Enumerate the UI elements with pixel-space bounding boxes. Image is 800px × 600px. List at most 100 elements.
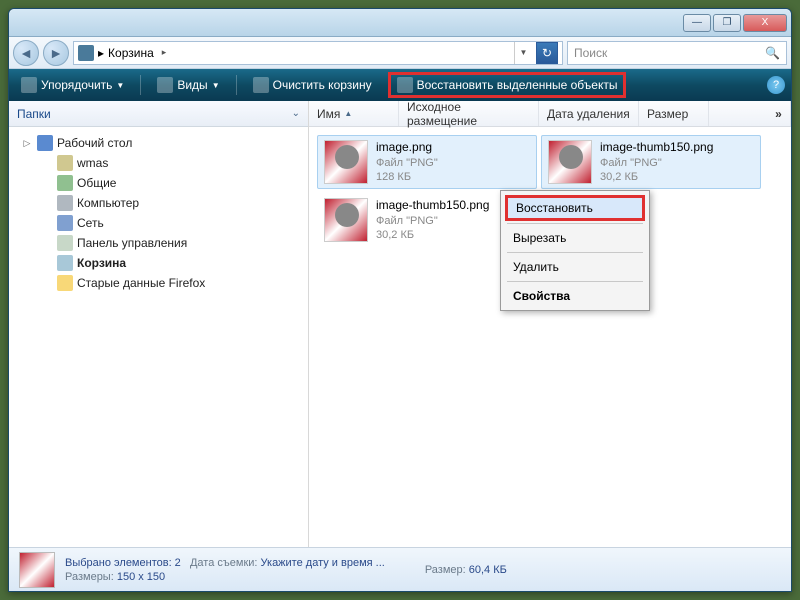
sidebar-item[interactable]: Старые данные Firefox — [13, 273, 304, 293]
restore-label: Восстановить выделенные объекты — [417, 78, 618, 92]
file-type: Файл "PNG" — [376, 214, 489, 228]
file-info: image-thumb150.pngФайл "PNG"30,2 КБ — [376, 198, 489, 242]
chevron-right-icon: ▸ — [162, 47, 167, 58]
column-name[interactable]: Имя ▲ — [309, 101, 399, 126]
sidebar-item-label: Старые данные Firefox — [77, 276, 205, 290]
column-label: Имя — [317, 107, 340, 121]
sort-asc-icon: ▲ — [344, 109, 352, 118]
breadcrumb-sep: ▸ — [98, 46, 104, 60]
views-label: Виды — [177, 78, 207, 92]
file-item[interactable]: image.pngФайл "PNG"128 КБ — [317, 135, 537, 189]
breadcrumb-dropdown[interactable]: ▼ — [514, 42, 532, 64]
maximize-button[interactable]: ❐ — [713, 14, 741, 32]
file-thumbnail — [548, 140, 592, 184]
views-button[interactable]: Виды ▼ — [151, 74, 225, 96]
context-menu: Восстановить Вырезать Удалить Свойства — [500, 190, 650, 311]
folder-icon — [57, 155, 73, 171]
sidebar-title: Папки — [17, 107, 51, 121]
back-button[interactable]: ◄ — [13, 40, 39, 66]
file-info: image-thumb150.pngФайл "PNG"30,2 КБ — [600, 140, 713, 184]
expander-icon[interactable]: ▷ — [21, 138, 33, 149]
organize-button[interactable]: Упорядочить ▼ — [15, 74, 130, 96]
chevron-down-icon: ▼ — [116, 81, 124, 90]
sidebar-item[interactable]: Общие — [13, 173, 304, 193]
status-date-value[interactable]: Укажите дату и время ... — [261, 557, 385, 569]
file-thumbnail — [324, 198, 368, 242]
sidebar-item[interactable]: Сеть — [13, 213, 304, 233]
organize-label: Упорядочить — [41, 78, 112, 92]
sidebar-item[interactable]: Компьютер — [13, 193, 304, 213]
restore-icon — [397, 77, 413, 93]
file-thumbnail — [324, 140, 368, 184]
separator — [507, 223, 643, 224]
context-properties[interactable]: Свойства — [503, 284, 647, 308]
folder-icon — [57, 175, 73, 191]
organize-icon — [21, 77, 37, 93]
statusbar: Выбрано элементов: 2 Дата съемки: Укажит… — [9, 547, 791, 591]
close-button[interactable]: X — [743, 14, 787, 32]
search-input[interactable]: Поиск 🔍 — [567, 41, 787, 65]
toolbar: Упорядочить ▼ Виды ▼ Очистить корзину Во… — [9, 69, 791, 101]
separator — [507, 281, 643, 282]
chevron-down-icon[interactable]: ⌄ — [292, 108, 300, 119]
sidebar: Папки ⌄ ▷ Рабочий стол wmas Общие Компьютер С… — [9, 101, 309, 547]
restore-selected-button[interactable]: Восстановить выделенные объекты — [388, 72, 627, 98]
trash-icon — [253, 77, 269, 93]
sidebar-item-label: Рабочий стол — [57, 136, 132, 150]
column-original-location[interactable]: Исходное размещение — [399, 101, 539, 126]
search-placeholder: Поиск — [574, 46, 607, 60]
context-cut[interactable]: Вырезать — [503, 226, 647, 250]
titlebar: — ❐ X — [9, 9, 791, 37]
refresh-button[interactable]: ↻ — [536, 42, 558, 64]
context-restore[interactable]: Восстановить — [505, 195, 645, 221]
minimize-button[interactable]: — — [683, 14, 711, 32]
folder-icon — [37, 135, 53, 151]
column-date-deleted[interactable]: Дата удаления — [539, 101, 639, 126]
file-type: Файл "PNG" — [376, 156, 438, 170]
sidebar-header[interactable]: Папки ⌄ — [9, 101, 308, 127]
status-dim-label: Размеры: — [65, 571, 114, 583]
file-name: image.png — [376, 140, 438, 156]
chevron-down-icon: ▼ — [212, 81, 220, 90]
file-size: 30,2 КБ — [600, 170, 713, 184]
separator — [236, 75, 237, 95]
separator — [140, 75, 141, 95]
status-selected: Выбрано элементов: 2 — [65, 557, 181, 569]
context-delete[interactable]: Удалить — [503, 255, 647, 279]
search-icon[interactable]: 🔍 — [765, 46, 780, 60]
sidebar-item[interactable]: wmas — [13, 153, 304, 173]
sidebar-item-label: Общие — [77, 176, 116, 190]
explorer-window: — ❐ X ◄ ► ▸ Корзина ▸ ▼ ↻ Поиск 🔍 Упоряд… — [8, 8, 792, 592]
folder-icon — [57, 195, 73, 211]
file-type: Файл "PNG" — [600, 156, 713, 170]
forward-button[interactable]: ► — [43, 40, 69, 66]
navbar: ◄ ► ▸ Корзина ▸ ▼ ↻ Поиск 🔍 — [9, 37, 791, 69]
file-info: image.pngФайл "PNG"128 КБ — [376, 140, 438, 184]
empty-recycle-button[interactable]: Очистить корзину — [247, 74, 378, 96]
sidebar-item[interactable]: ▷ Рабочий стол — [13, 133, 304, 153]
sidebar-item-label: Сеть — [77, 216, 104, 230]
breadcrumb-location[interactable]: Корзина — [108, 46, 154, 60]
sidebar-item[interactable]: Панель управления — [13, 233, 304, 253]
file-size: 128 КБ — [376, 170, 438, 184]
sidebar-item-label: wmas — [77, 156, 108, 170]
separator — [507, 252, 643, 253]
folder-icon — [57, 235, 73, 251]
file-item[interactable]: image-thumb150.pngФайл "PNG"30,2 КБ — [541, 135, 761, 189]
status-size-value: 60,4 КБ — [469, 564, 507, 576]
column-more[interactable]: » — [767, 101, 791, 126]
folder-icon — [57, 255, 73, 271]
column-size[interactable]: Размер — [639, 101, 709, 126]
help-button[interactable]: ? — [767, 76, 785, 94]
status-dim-value: 150 x 150 — [117, 571, 165, 583]
folder-icon — [57, 215, 73, 231]
sidebar-item[interactable]: Корзина — [13, 253, 304, 273]
folder-tree: ▷ Рабочий стол wmas Общие Компьютер Сеть Панел… — [9, 127, 308, 547]
file-name: image-thumb150.png — [600, 140, 713, 156]
folder-icon — [57, 275, 73, 291]
main-panel: Имя ▲ Исходное размещение Дата удаления … — [309, 101, 791, 547]
file-size: 30,2 КБ — [376, 228, 489, 242]
empty-label: Очистить корзину — [273, 78, 372, 92]
breadcrumb[interactable]: ▸ Корзина ▸ ▼ ↻ — [73, 41, 563, 65]
status-thumbnail — [19, 552, 55, 588]
